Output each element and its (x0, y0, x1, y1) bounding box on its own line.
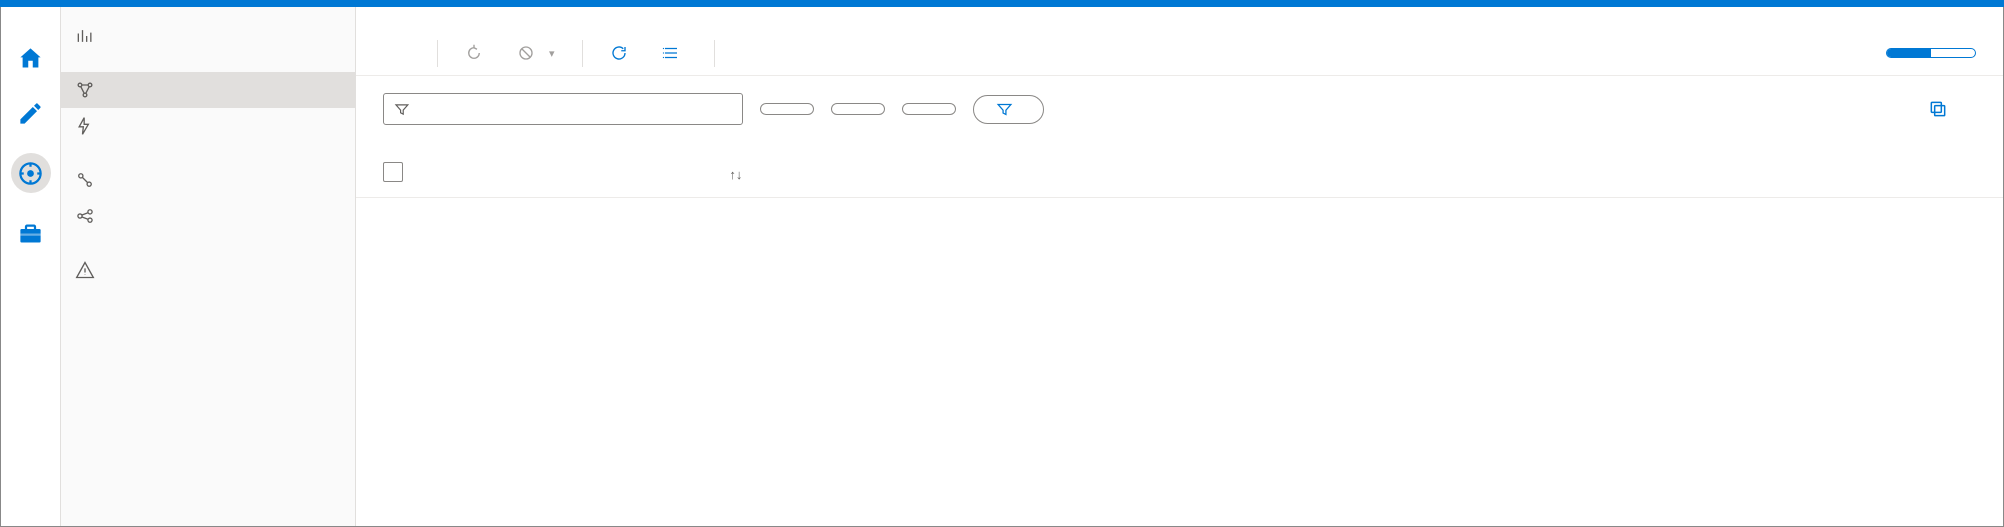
runtime-icon (74, 169, 96, 191)
search-box[interactable] (383, 93, 743, 125)
refresh-button[interactable] (610, 44, 635, 62)
rerun-icon (465, 44, 483, 62)
col-header-status[interactable] (1633, 152, 1793, 198)
tab-bar: ▾ (356, 31, 2003, 76)
top-accent-bar (0, 0, 2004, 7)
toolbox-icon[interactable] (16, 218, 46, 248)
sort-icon: ↑↓ (729, 167, 742, 182)
view-gantt[interactable] (1931, 49, 1975, 57)
col-header-triggered[interactable] (1422, 152, 1632, 198)
dashboard-icon (74, 25, 96, 47)
sidebar-item-panels[interactable] (61, 18, 355, 54)
filter-add-icon (996, 101, 1013, 118)
col-header-end[interactable] (972, 152, 1232, 198)
sidebar-section-notifications (61, 234, 355, 252)
filter-runs[interactable] (902, 103, 956, 115)
copy-filters-button[interactable] (1928, 99, 1956, 119)
pipeline-icon (74, 79, 96, 101)
edit-icon[interactable] (16, 98, 46, 128)
monitor-icon[interactable] (11, 153, 51, 193)
rerun-button (465, 44, 490, 62)
col-header-start[interactable]: ↑↓ (711, 152, 971, 198)
view-toggle (1886, 48, 1976, 58)
divider (714, 40, 715, 67)
search-input[interactable] (418, 99, 732, 119)
filter-icon (394, 101, 410, 118)
result-count (356, 142, 2003, 152)
col-header-name[interactable] (411, 152, 711, 198)
select-all-checkbox[interactable] (383, 162, 403, 182)
runs-table-wrapper: ↑↓ (356, 152, 2003, 526)
col-header-run[interactable] (1793, 152, 1938, 198)
sidebar-section-ejecuciones (61, 54, 355, 72)
filter-time[interactable] (760, 103, 814, 115)
copy-icon (1928, 99, 1948, 119)
add-filter-button[interactable] (973, 95, 1044, 124)
refresh-icon (610, 44, 628, 62)
sidebar-item-alerts[interactable] (61, 252, 355, 288)
view-list[interactable] (1887, 49, 1931, 57)
sidebar-item-ir[interactable] (61, 162, 355, 198)
sidebar (61, 1, 356, 526)
divider (582, 40, 583, 67)
columns-icon (662, 44, 680, 62)
chevron-down-icon: ▾ (549, 47, 555, 60)
cancel-button: ▾ (517, 44, 555, 62)
divider (437, 40, 438, 67)
home-icon[interactable] (16, 43, 46, 73)
page-title (356, 18, 2003, 31)
app-root: ▾ (0, 0, 2004, 527)
filter-state[interactable] (831, 103, 885, 115)
col-header-params[interactable] (1938, 152, 2003, 198)
edit-columns-button[interactable] (662, 44, 687, 62)
sidebar-item-dataflow-debug[interactable] (61, 198, 355, 234)
runs-table: ↑↓ (356, 152, 2003, 198)
sidebar-item-trigger-runs[interactable] (61, 108, 355, 144)
alert-icon (74, 259, 96, 281)
sidebar-item-pipeline-runs[interactable] (61, 72, 355, 108)
main-content: ▾ (356, 1, 2003, 526)
col-header-duration[interactable] (1232, 152, 1422, 198)
sidebar-section-sessions (61, 144, 355, 162)
dataflow-icon (74, 205, 96, 227)
icon-rail (1, 1, 61, 526)
trigger-icon (74, 115, 96, 137)
filter-bar (356, 76, 2003, 142)
cancel-icon (517, 44, 535, 62)
